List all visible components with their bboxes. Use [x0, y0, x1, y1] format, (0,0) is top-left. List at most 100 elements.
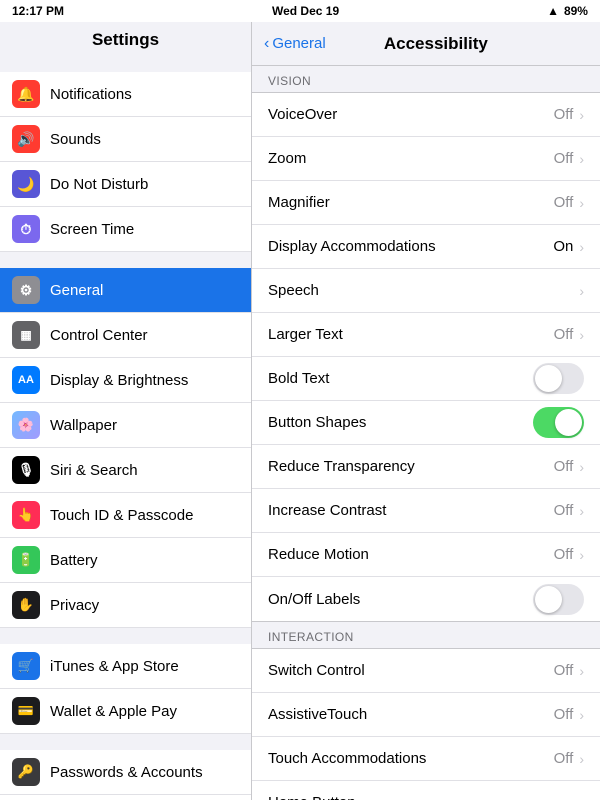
battery-text: 89% — [564, 4, 588, 18]
row-speech[interactable]: Speech › — [252, 269, 600, 313]
row-label: Home Button — [268, 794, 573, 800]
sidebar-section-3: 🛒 iTunes & App Store 💳 Wallet & Apple Pa… — [0, 628, 251, 734]
battery-icon: 🔋 — [12, 546, 40, 574]
row-label: Display Accommodations — [268, 238, 553, 255]
sidebar-item-wallet[interactable]: 💳 Wallet & Apple Pay — [0, 689, 251, 734]
row-label: Reduce Transparency — [268, 458, 554, 475]
wallpaper-icon: 🌸 — [12, 411, 40, 439]
sidebar-item-screen-time[interactable]: ⏱ Screen Time — [0, 207, 251, 252]
sidebar-section-1: 🔔 Notifications 🔊 Sounds 🌙 Do Not Distur… — [0, 56, 251, 252]
toggle-knob — [555, 409, 582, 436]
sidebar-section-2: ⚙ General ▦ Control Center AA Display & … — [0, 252, 251, 628]
wifi-icon: ▲ — [547, 4, 559, 18]
row-value: Off — [554, 502, 574, 519]
sidebar-item-sounds[interactable]: 🔊 Sounds — [0, 117, 251, 162]
siri-icon: 🎙 — [12, 456, 40, 484]
chevron-right-icon: › — [579, 151, 584, 167]
chevron-right-icon: › — [579, 707, 584, 723]
sidebar-item-wallpaper[interactable]: 🌸 Wallpaper — [0, 403, 251, 448]
interaction-section-header: INTERACTION — [252, 622, 600, 648]
chevron-right-icon: › — [579, 751, 584, 767]
row-larger-text[interactable]: Larger Text Off › — [252, 313, 600, 357]
sidebar-item-label: iTunes & App Store — [50, 658, 179, 675]
button-shapes-toggle[interactable] — [533, 407, 584, 438]
sidebar-item-privacy[interactable]: ✋ Privacy — [0, 583, 251, 628]
back-button[interactable]: ‹ General — [264, 35, 326, 53]
row-label: Button Shapes — [268, 414, 533, 431]
sidebar-item-passwords[interactable]: 🔑 Passwords & Accounts — [0, 750, 251, 795]
row-switch-control[interactable]: Switch Control Off › — [252, 649, 600, 693]
bold-text-toggle[interactable] — [533, 363, 584, 394]
sidebar-item-label: General — [50, 282, 103, 299]
status-time: 12:17 PM — [12, 4, 64, 18]
row-magnifier[interactable]: Magnifier Off › — [252, 181, 600, 225]
sidebar-item-label: Wallpaper — [50, 417, 117, 434]
sidebar-item-label: Passwords & Accounts — [50, 764, 203, 781]
sidebar-title: Settings — [0, 22, 251, 56]
row-label: Bold Text — [268, 370, 533, 387]
row-value: Off — [554, 458, 574, 475]
row-value: Off — [554, 106, 574, 123]
toggle-knob — [535, 586, 562, 613]
sidebar-item-battery[interactable]: 🔋 Battery — [0, 538, 251, 583]
row-touch-accommodations[interactable]: Touch Accommodations Off › — [252, 737, 600, 781]
status-right: ▲ 89% — [547, 4, 588, 18]
row-label: Reduce Motion — [268, 546, 554, 563]
sidebar-item-display[interactable]: AA Display & Brightness — [0, 358, 251, 403]
row-button-shapes[interactable]: Button Shapes — [252, 401, 600, 445]
sidebar-item-dnd[interactable]: 🌙 Do Not Disturb — [0, 162, 251, 207]
sidebar-item-touch-id[interactable]: 👆 Touch ID & Passcode — [0, 493, 251, 538]
page-title: Accessibility — [334, 34, 538, 54]
row-label: Touch Accommodations — [268, 750, 554, 767]
row-zoom[interactable]: Zoom Off › — [252, 137, 600, 181]
spacer — [0, 628, 251, 644]
row-value: Off — [554, 750, 574, 767]
sidebar-item-general[interactable]: ⚙ General — [0, 268, 251, 313]
sidebar-item-control-center[interactable]: ▦ Control Center — [0, 313, 251, 358]
sidebar-item-siri[interactable]: 🎙 Siri & Search — [0, 448, 251, 493]
chevron-left-icon: ‹ — [264, 35, 269, 53]
chevron-right-icon: › — [579, 195, 584, 211]
sidebar-item-label: Do Not Disturb — [50, 176, 148, 193]
status-bar: 12:17 PM Wed Dec 19 ▲ 89% — [0, 0, 600, 22]
display-icon: AA — [12, 366, 40, 394]
row-label: Increase Contrast — [268, 502, 554, 519]
sidebar-item-label: Screen Time — [50, 221, 134, 238]
row-assistivetouch[interactable]: AssistiveTouch Off › — [252, 693, 600, 737]
sidebar-item-label: Siri & Search — [50, 462, 138, 479]
wallet-icon: 💳 — [12, 697, 40, 725]
row-label: Larger Text — [268, 326, 554, 343]
row-reduce-transparency[interactable]: Reduce Transparency Off › — [252, 445, 600, 489]
itunes-icon: 🛒 — [12, 652, 40, 680]
sidebar-section-4: 🔑 Passwords & Accounts ✉ Mail 👤 Contacts… — [0, 734, 251, 800]
row-value: On — [553, 238, 573, 255]
sidebar-item-itunes[interactable]: 🛒 iTunes & App Store — [0, 644, 251, 689]
row-value: Off — [554, 706, 574, 723]
row-value: Off — [554, 662, 574, 679]
row-value: Off — [554, 194, 574, 211]
sidebar-item-notifications[interactable]: 🔔 Notifications — [0, 72, 251, 117]
row-bold-text[interactable]: Bold Text — [252, 357, 600, 401]
right-header: ‹ General Accessibility — [252, 22, 600, 66]
main-layout: Settings 🔔 Notifications 🔊 Sounds 🌙 — [0, 22, 600, 800]
row-onoff-labels[interactable]: On/Off Labels — [252, 577, 600, 621]
row-increase-contrast[interactable]: Increase Contrast Off › — [252, 489, 600, 533]
onoff-labels-toggle[interactable] — [533, 584, 584, 615]
screen-time-icon: ⏱ — [12, 215, 40, 243]
sidebar-item-label: Control Center — [50, 327, 148, 344]
chevron-right-icon: › — [579, 663, 584, 679]
row-voiceover[interactable]: VoiceOver Off › — [252, 93, 600, 137]
sidebar-item-mail[interactable]: ✉ Mail — [0, 795, 251, 800]
row-display-accommodations[interactable]: Display Accommodations On › — [252, 225, 600, 269]
notifications-icon: 🔔 — [12, 80, 40, 108]
sidebar-item-label: Wallet & Apple Pay — [50, 703, 177, 720]
row-label: VoiceOver — [268, 106, 554, 123]
interaction-group: Switch Control Off › AssistiveTouch Off … — [252, 648, 600, 800]
row-home-button[interactable]: Home Button › — [252, 781, 600, 800]
control-center-icon: ▦ — [12, 321, 40, 349]
sidebar: Settings 🔔 Notifications 🔊 Sounds 🌙 — [0, 22, 252, 800]
right-panel: ‹ General Accessibility VISION VoiceOver… — [252, 22, 600, 800]
chevron-right-icon: › — [579, 795, 584, 800]
row-reduce-motion[interactable]: Reduce Motion Off › — [252, 533, 600, 577]
row-label: Switch Control — [268, 662, 554, 679]
